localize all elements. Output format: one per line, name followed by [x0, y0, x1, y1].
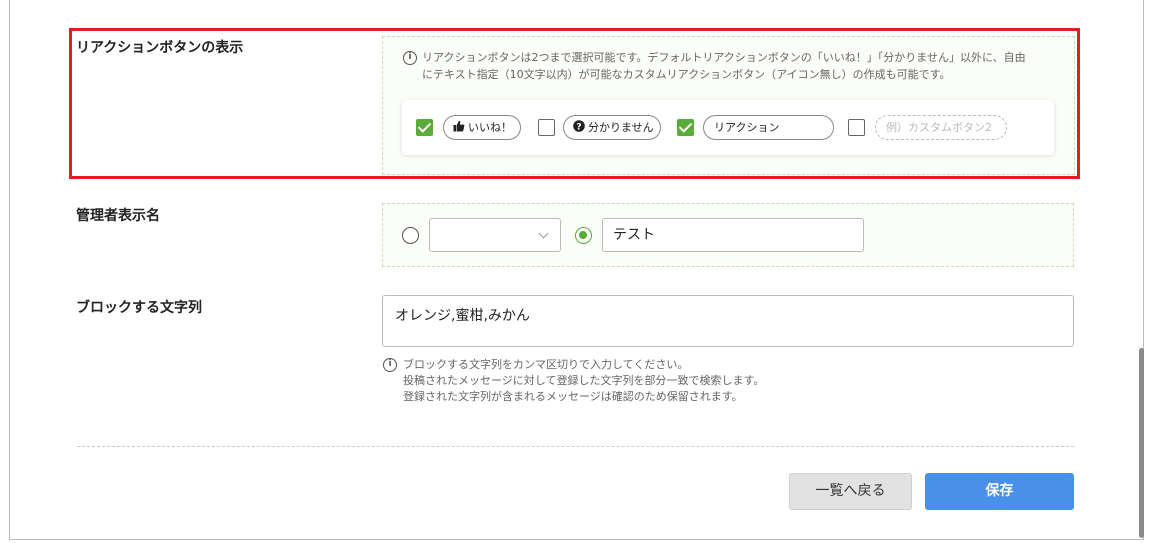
admin-name-text-input[interactable]: テスト	[602, 218, 864, 252]
dont-understand-reaction-pill: ? 分かりません	[563, 115, 661, 140]
like-reaction-label: いいね！	[468, 121, 512, 134]
scrollbar-thumb[interactable]	[1139, 348, 1144, 538]
thumbs-up-icon	[453, 117, 465, 140]
block-words-help-line3: 登録された文字列が含まれるメッセージは確認のため保留されます。	[403, 390, 743, 403]
question-circle-icon: ?	[573, 117, 585, 140]
block-words-label: ブロックする文字列	[76, 300, 202, 316]
admin-name-text-radio[interactable]	[575, 227, 592, 244]
block-words-help-line2: 投稿されたメッセージに対して登録した文字列を部分一致で検索します。	[403, 374, 765, 387]
svg-text:?: ?	[576, 122, 581, 132]
custom-reaction-1-input[interactable]: リアクション	[703, 115, 834, 140]
reaction-section-label: リアクションボタンの表示	[76, 40, 244, 56]
dont-understand-checkbox[interactable]	[538, 119, 555, 136]
section-divider	[77, 446, 1074, 447]
admin-name-select-radio[interactable]	[402, 227, 419, 244]
info-icon: i	[383, 358, 397, 372]
like-reaction-pill: いいね！	[443, 115, 521, 140]
block-words-textarea[interactable]: オレンジ,蜜柑,みかん	[382, 295, 1074, 347]
admin-name-label: 管理者表示名	[76, 208, 160, 224]
dont-understand-reaction-label: 分かりません	[588, 121, 654, 134]
block-words-help-line1: ブロックする文字列をカンマ区切りで入力してください。	[403, 358, 689, 371]
block-words-help: ブロックする文字列をカンマ区切りで入力してください。 投稿されたメッセージに対し…	[403, 357, 764, 405]
like-checkbox[interactable]	[416, 119, 433, 136]
back-to-list-button[interactable]: 一覧へ戻る	[789, 473, 912, 510]
custom-reaction-2-checkbox[interactable]	[848, 119, 865, 136]
save-button[interactable]: 保存	[925, 473, 1074, 510]
custom-reaction-1-checkbox[interactable]	[677, 119, 694, 136]
reaction-info-line2: にテキスト指定（10文字以内）が可能なカスタムリアクションボタン（アイコン無し）…	[422, 68, 951, 81]
info-icon: i	[403, 51, 417, 65]
reaction-info-line1: リアクションボタンは2つまで選択可能です。デフォルトリアクションボタンの「いいね…	[422, 51, 1026, 64]
admin-name-select[interactable]	[429, 218, 561, 252]
chevron-down-icon	[538, 228, 549, 239]
custom-reaction-2-input[interactable]: 例）カスタムボタン2	[875, 115, 1007, 140]
